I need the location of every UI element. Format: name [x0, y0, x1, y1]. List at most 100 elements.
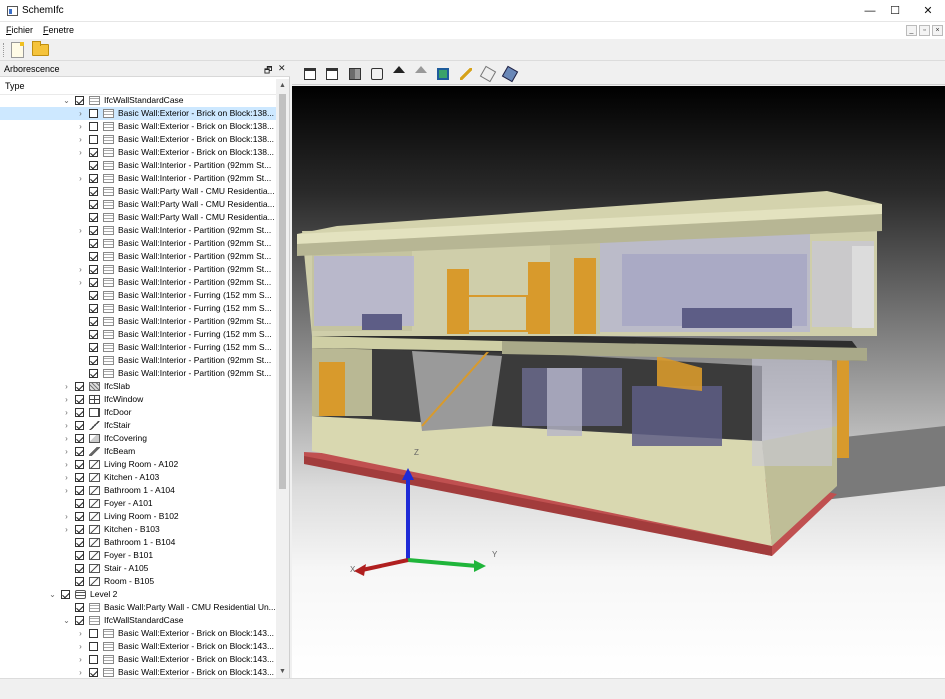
expand-chevron-icon[interactable]: ›	[62, 432, 71, 445]
tree-item[interactable]: › Basic Wall:Interior - Partition (92mm S…	[0, 276, 276, 289]
visibility-checkbox[interactable]	[75, 512, 84, 521]
tree-item[interactable]: › Basic Wall:Interior - Partition (92mm S…	[0, 224, 276, 237]
scroll-up-icon[interactable]: ▲	[276, 79, 289, 92]
camera-front-icon[interactable]	[304, 68, 316, 80]
visibility-checkbox[interactable]	[75, 616, 84, 625]
visibility-checkbox[interactable]	[89, 629, 98, 638]
tree-item[interactable]: ⌄ Level 2	[0, 588, 276, 601]
tree-item[interactable]: ⌄ IfcWallStandardCase	[0, 614, 276, 627]
visibility-checkbox[interactable]	[89, 317, 98, 326]
visibility-checkbox[interactable]	[75, 382, 84, 391]
expand-chevron-icon[interactable]: ›	[76, 107, 85, 120]
tree-item[interactable]: › IfcStair	[0, 419, 276, 432]
tree-item[interactable]: › Basic Wall:Exterior - Brick on Block:14…	[0, 653, 276, 666]
tree-column-header[interactable]: Type	[0, 79, 276, 95]
expand-chevron-icon[interactable]: ›	[76, 172, 85, 185]
fit-all-icon[interactable]	[437, 68, 449, 80]
tree-item[interactable]: › Basic Wall:Exterior - Brick on Block:14…	[0, 627, 276, 640]
visibility-checkbox[interactable]	[75, 395, 84, 404]
visibility-checkbox[interactable]	[89, 161, 98, 170]
visibility-checkbox[interactable]	[89, 174, 98, 183]
dock-float-button[interactable]: 🗗	[264, 63, 272, 79]
visibility-checkbox[interactable]	[89, 343, 98, 352]
visibility-checkbox[interactable]	[75, 473, 84, 482]
tree-item[interactable]: Basic Wall:Interior - Partition (92mm St…	[0, 159, 276, 172]
menu-fichier[interactable]: Fichier	[6, 25, 33, 35]
expand-chevron-icon[interactable]: ›	[62, 445, 71, 458]
new-file-icon[interactable]	[11, 42, 24, 58]
visibility-checkbox[interactable]	[89, 200, 98, 209]
collapse-chevron-icon[interactable]: ⌄	[62, 94, 71, 107]
collapse-chevron-icon[interactable]: ⌄	[62, 614, 71, 627]
3d-viewport[interactable]: Z Y X	[292, 86, 945, 678]
visibility-checkbox[interactable]	[75, 525, 84, 534]
tree-item[interactable]: Basic Wall:Interior - Partition (92mm St…	[0, 315, 276, 328]
expand-chevron-icon[interactable]: ›	[76, 146, 85, 159]
home-view-icon[interactable]	[393, 66, 405, 73]
visibility-checkbox[interactable]	[89, 213, 98, 222]
shaded-cube-icon[interactable]	[349, 68, 361, 80]
visibility-checkbox[interactable]	[89, 304, 98, 313]
camera-back-icon[interactable]	[326, 68, 338, 80]
expand-chevron-icon[interactable]: ›	[76, 276, 85, 289]
tree-item[interactable]: › Basic Wall:Exterior - Brick on Block:13…	[0, 107, 276, 120]
visibility-checkbox[interactable]	[75, 564, 84, 573]
dock-close-button[interactable]: ✕	[278, 63, 286, 74]
visibility-checkbox[interactable]	[75, 603, 84, 612]
visibility-checkbox[interactable]	[89, 187, 98, 196]
expand-chevron-icon[interactable]: ›	[76, 133, 85, 146]
visibility-checkbox[interactable]	[89, 109, 98, 118]
visibility-checkbox[interactable]	[89, 252, 98, 261]
visibility-checkbox[interactable]	[75, 408, 84, 417]
visibility-checkbox[interactable]	[89, 291, 98, 300]
tree-item[interactable]: Basic Wall:Party Wall - CMU Residential …	[0, 601, 276, 614]
visibility-checkbox[interactable]	[89, 356, 98, 365]
expand-chevron-icon[interactable]: ›	[62, 406, 71, 419]
expand-chevron-icon[interactable]: ›	[62, 419, 71, 432]
tree-item[interactable]: › Basic Wall:Exterior - Brick on Block:13…	[0, 146, 276, 159]
visibility-checkbox[interactable]	[75, 434, 84, 443]
mdi-restore-button[interactable]: ▫	[919, 25, 930, 36]
scroll-down-icon[interactable]: ▼	[276, 665, 289, 678]
toolbar-grip[interactable]	[3, 43, 6, 57]
visibility-checkbox[interactable]	[75, 486, 84, 495]
tree-item[interactable]: Foyer - B101	[0, 549, 276, 562]
visibility-checkbox[interactable]	[89, 148, 98, 157]
broom-icon[interactable]	[460, 68, 472, 80]
mdi-close-button[interactable]: ×	[932, 25, 943, 36]
open-folder-icon[interactable]	[32, 41, 49, 56]
visibility-checkbox[interactable]	[89, 330, 98, 339]
tree-item[interactable]: Basic Wall:Party Wall - CMU Residentia..…	[0, 198, 276, 211]
tree-item[interactable]: › IfcWindow	[0, 393, 276, 406]
visibility-checkbox[interactable]	[75, 447, 84, 456]
tree-item[interactable]: Basic Wall:Interior - Furring (152 mm S.…	[0, 289, 276, 302]
tree-item[interactable]: Bathroom 1 - B104	[0, 536, 276, 549]
visibility-checkbox[interactable]	[89, 239, 98, 248]
visibility-checkbox[interactable]	[75, 577, 84, 586]
visibility-checkbox[interactable]	[75, 421, 84, 430]
polygon-filled-icon[interactable]	[501, 65, 519, 83]
tree-scrollbar[interactable]: ▲ ▼	[276, 79, 289, 678]
collapse-chevron-icon[interactable]: ⌄	[48, 588, 57, 601]
wireframe-box-icon[interactable]	[371, 68, 383, 80]
visibility-checkbox[interactable]	[89, 226, 98, 235]
tree-item[interactable]: Basic Wall:Interior - Furring (152 mm S.…	[0, 302, 276, 315]
tree-item[interactable]: Basic Wall:Interior - Partition (92mm St…	[0, 250, 276, 263]
tree-item[interactable]: Basic Wall:Interior - Furring (152 mm S.…	[0, 328, 276, 341]
visibility-checkbox[interactable]	[75, 499, 84, 508]
tree-item[interactable]: Basic Wall:Interior - Partition (92mm St…	[0, 367, 276, 380]
tree-item[interactable]: › Basic Wall:Exterior - Brick on Block:13…	[0, 133, 276, 146]
expand-chevron-icon[interactable]: ›	[76, 640, 85, 653]
tree-item[interactable]: › Living Room - A102	[0, 458, 276, 471]
tree-item[interactable]: › Basic Wall:Exterior - Brick on Block:13…	[0, 120, 276, 133]
expand-chevron-icon[interactable]: ›	[76, 653, 85, 666]
visibility-checkbox[interactable]	[61, 590, 70, 599]
expand-chevron-icon[interactable]: ›	[76, 666, 85, 678]
visibility-checkbox[interactable]	[89, 668, 98, 677]
tree-item[interactable]: › Basic Wall:Exterior - Brick on Block:14…	[0, 640, 276, 653]
tree-item[interactable]: Room - B105	[0, 575, 276, 588]
expand-chevron-icon[interactable]: ›	[62, 393, 71, 406]
tree-item[interactable]: › Bathroom 1 - A104	[0, 484, 276, 497]
tree-item[interactable]: Basic Wall:Party Wall - CMU Residentia..…	[0, 211, 276, 224]
visibility-checkbox[interactable]	[89, 642, 98, 651]
